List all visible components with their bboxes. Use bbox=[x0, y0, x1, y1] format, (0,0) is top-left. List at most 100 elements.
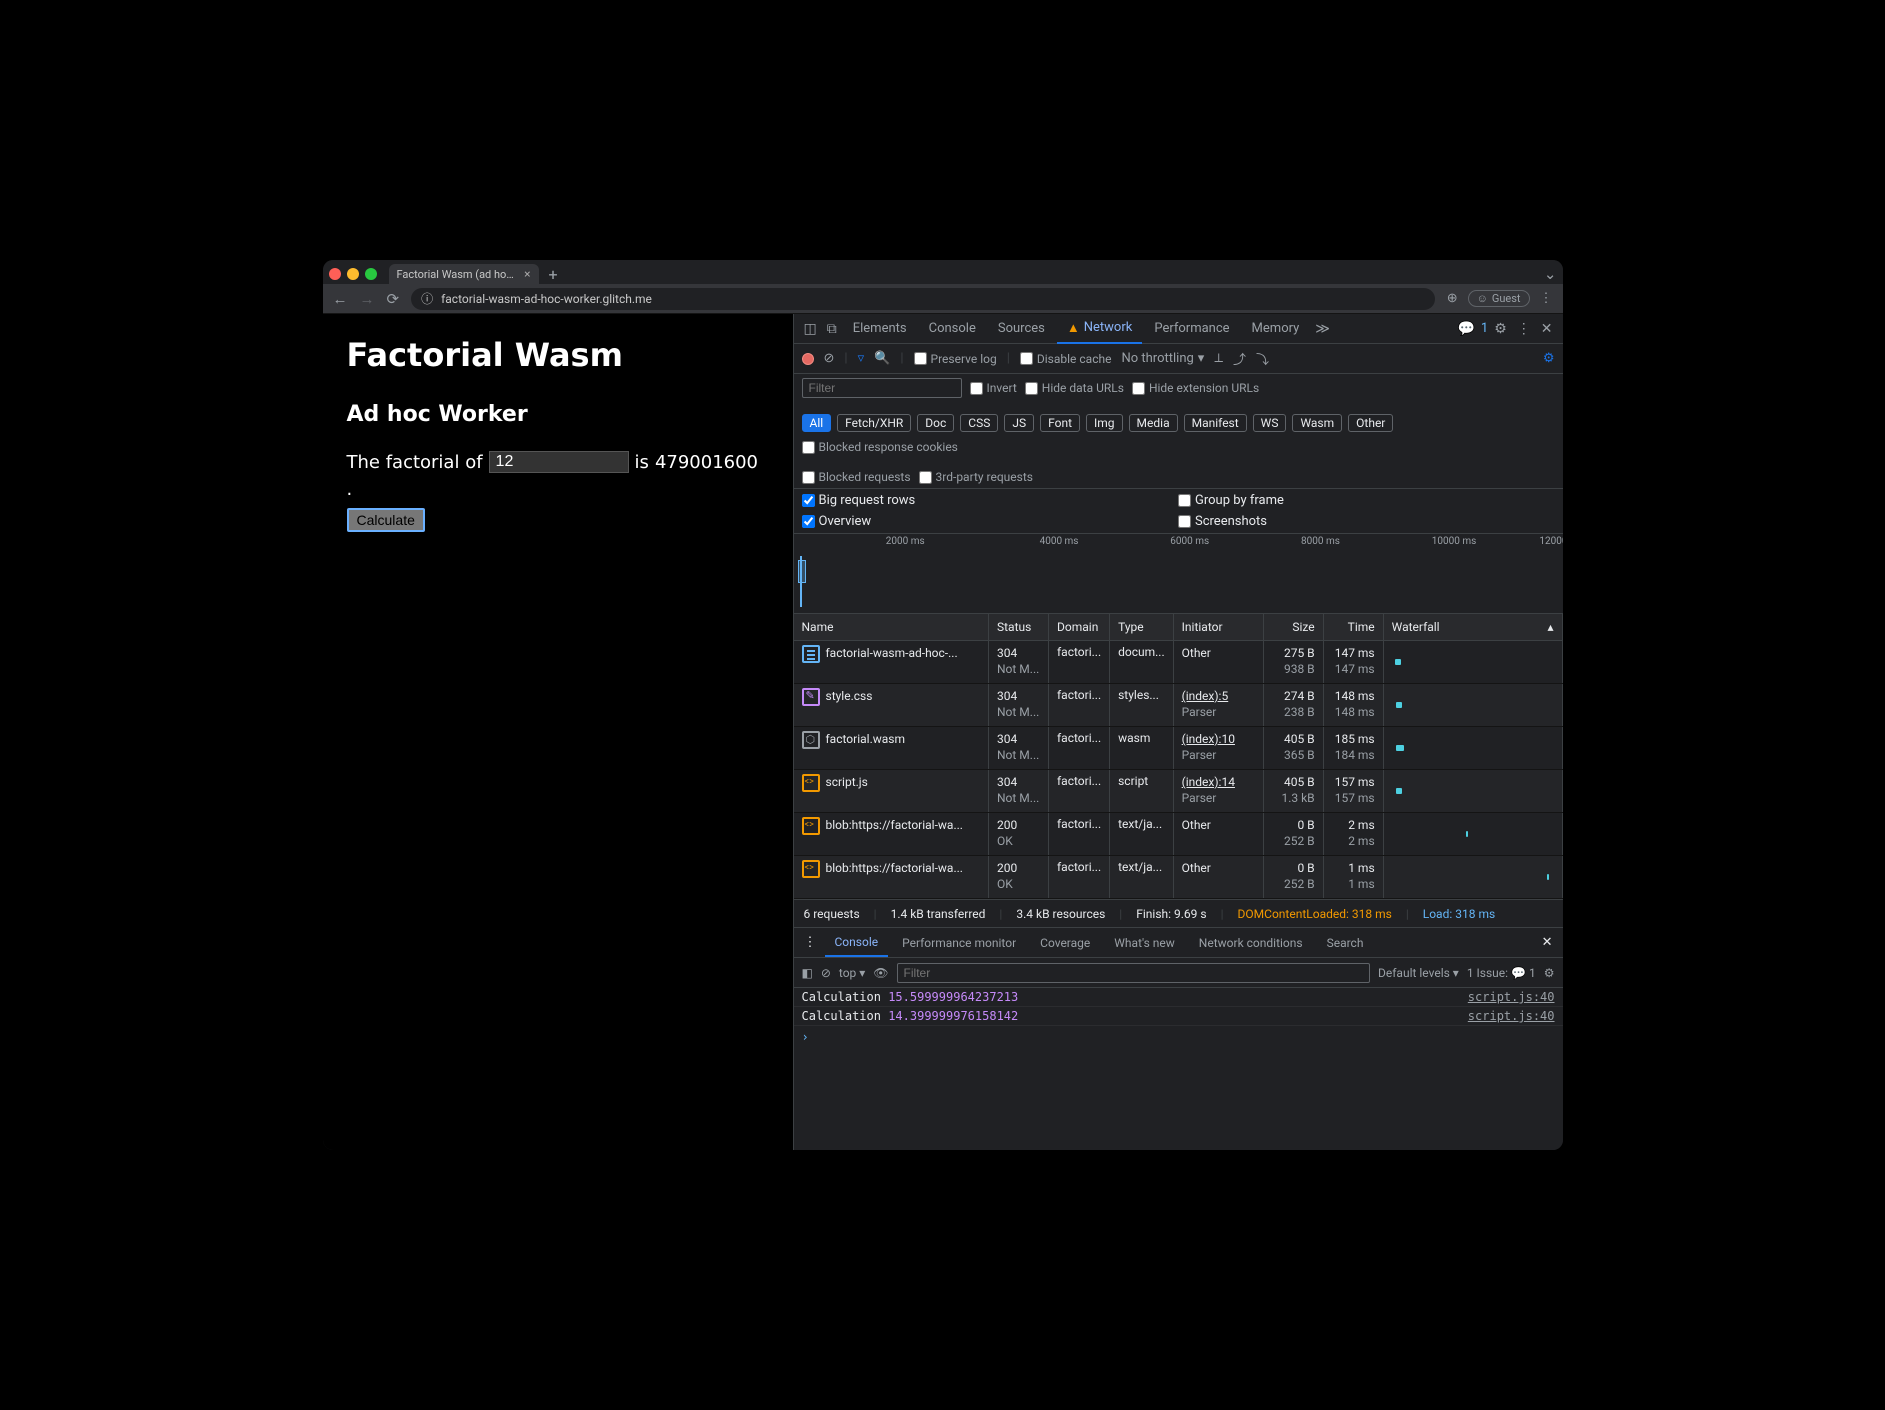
new-tab-button[interactable]: + bbox=[545, 265, 562, 284]
console-filter-input[interactable] bbox=[897, 963, 1370, 983]
drawer-tab-search[interactable]: Search bbox=[1317, 930, 1374, 956]
table-row[interactable]: script.js304Not M...factori...script(ind… bbox=[794, 770, 1563, 813]
filter-chip-css[interactable]: CSS bbox=[960, 414, 998, 432]
table-row[interactable]: factorial.wasm304Not M...factori...wasm(… bbox=[794, 727, 1563, 770]
console-row[interactable]: Calculation 15.599999964237213script.js:… bbox=[794, 988, 1563, 1007]
filter-chip-img[interactable]: Img bbox=[1086, 414, 1123, 432]
filter-toggle-icon[interactable]: ▿ bbox=[858, 351, 865, 366]
calculate-button[interactable]: Calculate bbox=[347, 508, 425, 532]
search-icon[interactable]: 🔍 bbox=[874, 351, 890, 366]
browser-menu-icon[interactable]: ⋮ bbox=[1540, 291, 1553, 306]
filter-chip-js[interactable]: JS bbox=[1004, 414, 1034, 432]
big-request-rows-checkbox[interactable]: Big request rows bbox=[802, 493, 1179, 508]
device-toolbar-icon[interactable]: ⧉ bbox=[823, 317, 841, 341]
context-dropdown[interactable]: top ▾ bbox=[839, 966, 865, 980]
overview-checkbox[interactable]: Overview bbox=[802, 514, 1179, 529]
table-row[interactable]: style.css304Not M...factori...styles...(… bbox=[794, 684, 1563, 727]
live-expression-icon[interactable]: 👁 bbox=[873, 966, 888, 980]
factorial-input[interactable] bbox=[489, 451, 629, 473]
filter-chip-fetchxhr[interactable]: Fetch/XHR bbox=[837, 414, 911, 432]
devtools-tab-sources[interactable]: Sources bbox=[988, 315, 1055, 342]
drawer-tab-performance-monitor[interactable]: Performance monitor bbox=[892, 930, 1026, 956]
filter-chip-wasm[interactable]: Wasm bbox=[1292, 414, 1342, 432]
record-button[interactable] bbox=[802, 353, 814, 365]
column-header-waterfall[interactable]: Waterfall▴ bbox=[1383, 614, 1562, 641]
clear-console-icon[interactable]: ⊘ bbox=[821, 966, 831, 980]
reload-button[interactable]: ⟳ bbox=[387, 290, 400, 308]
column-header-initiator[interactable]: Initiator bbox=[1173, 614, 1263, 641]
devtools-tab-memory[interactable]: Memory bbox=[1242, 315, 1310, 342]
blocked-requests-checkbox[interactable]: Blocked requests bbox=[802, 470, 911, 484]
devtools-tab-network[interactable]: ▲ Network bbox=[1057, 314, 1142, 344]
close-drawer-icon[interactable]: ✕ bbox=[1538, 931, 1557, 954]
issues-label[interactable]: 1 Issue: 💬 1 bbox=[1467, 966, 1536, 980]
third-party-checkbox[interactable]: 3rd-party requests bbox=[919, 470, 1033, 484]
column-header-status[interactable]: Status bbox=[989, 614, 1049, 641]
maximize-window-button[interactable] bbox=[365, 268, 377, 280]
source-link[interactable]: script.js:40 bbox=[1468, 1009, 1555, 1023]
drawer-menu-icon[interactable]: ⋮ bbox=[800, 931, 821, 954]
invert-checkbox[interactable]: Invert bbox=[970, 381, 1017, 395]
table-row[interactable]: blob:https://factorial-wa...200OKfactori… bbox=[794, 813, 1563, 856]
url-bar[interactable]: ⓘ factorial-wasm-ad-hoc-worker.glitch.me bbox=[411, 288, 1435, 310]
close-tab-icon[interactable]: × bbox=[524, 267, 530, 281]
devtools-tab-elements[interactable]: Elements bbox=[843, 315, 917, 342]
column-header-domain[interactable]: Domain bbox=[1049, 614, 1110, 641]
console-settings-icon[interactable]: ⚙ bbox=[1544, 966, 1555, 980]
network-conditions-icon[interactable]: ⟂ bbox=[1214, 351, 1223, 366]
console-row[interactable]: Calculation 14.399999976158142script.js:… bbox=[794, 1007, 1563, 1026]
close-devtools-icon[interactable]: ✕ bbox=[1537, 317, 1557, 341]
issues-count[interactable]: 1 bbox=[1481, 321, 1488, 336]
source-link[interactable]: script.js:40 bbox=[1468, 990, 1555, 1004]
devtools-tab-performance[interactable]: Performance bbox=[1144, 315, 1239, 342]
issues-icon[interactable]: 💬 bbox=[1453, 317, 1478, 341]
screenshots-checkbox[interactable]: Screenshots bbox=[1178, 514, 1555, 529]
zoom-icon[interactable]: ⊕ bbox=[1447, 291, 1458, 306]
table-row[interactable]: factorial-wasm-ad-hoc-...304Not M...fact… bbox=[794, 641, 1563, 684]
disable-cache-checkbox[interactable]: Disable cache bbox=[1020, 352, 1112, 366]
inspect-element-icon[interactable]: ◫ bbox=[800, 317, 821, 341]
drawer-tab-coverage[interactable]: Coverage bbox=[1030, 930, 1100, 956]
filter-chip-doc[interactable]: Doc bbox=[917, 414, 954, 432]
drawer-tab-what-s-new[interactable]: What's new bbox=[1104, 930, 1185, 956]
filter-chip-media[interactable]: Media bbox=[1129, 414, 1178, 432]
blocked-cookies-checkbox[interactable]: Blocked response cookies bbox=[802, 440, 958, 454]
table-row[interactable]: blob:https://factorial-wa...200OKfactori… bbox=[794, 856, 1563, 899]
more-tabs-icon[interactable]: ≫ bbox=[1311, 317, 1334, 341]
group-by-frame-checkbox[interactable]: Group by frame bbox=[1178, 493, 1555, 508]
column-header-type[interactable]: Type bbox=[1110, 614, 1174, 641]
export-har-icon[interactable]: ⤴ bbox=[1233, 349, 1246, 368]
levels-dropdown[interactable]: Default levels ▾ bbox=[1378, 966, 1459, 980]
forward-button[interactable]: → bbox=[360, 290, 375, 308]
devtools-tab-console[interactable]: Console bbox=[919, 315, 986, 342]
settings-icon[interactable]: ⚙ bbox=[1490, 317, 1511, 341]
site-info-icon[interactable]: ⓘ bbox=[421, 290, 433, 307]
hide-data-urls-checkbox[interactable]: Hide data URLs bbox=[1025, 381, 1124, 395]
clear-button[interactable]: ⊘ bbox=[824, 351, 835, 366]
drawer-tab-network-conditions[interactable]: Network conditions bbox=[1189, 930, 1313, 956]
column-header-size[interactable]: Size bbox=[1263, 614, 1323, 641]
filter-chip-font[interactable]: Font bbox=[1040, 414, 1080, 432]
column-header-time[interactable]: Time bbox=[1323, 614, 1383, 641]
console-prompt[interactable]: › bbox=[794, 1026, 1563, 1048]
minimize-window-button[interactable] bbox=[347, 268, 359, 280]
filter-chip-all[interactable]: All bbox=[802, 414, 832, 432]
network-settings-icon[interactable]: ⚙ bbox=[1543, 351, 1555, 366]
filter-chip-other[interactable]: Other bbox=[1348, 414, 1393, 432]
devtools-menu-icon[interactable]: ⋮ bbox=[1513, 317, 1535, 341]
throttling-dropdown[interactable]: No throttling ▾ bbox=[1121, 351, 1204, 366]
filter-chip-ws[interactable]: WS bbox=[1253, 414, 1287, 432]
column-header-name[interactable]: Name bbox=[794, 614, 989, 641]
drawer-tab-console[interactable]: Console bbox=[825, 929, 889, 957]
filter-chip-manifest[interactable]: Manifest bbox=[1184, 414, 1247, 432]
close-window-button[interactable] bbox=[329, 268, 341, 280]
profile-button[interactable]: ☺ Guest bbox=[1468, 290, 1530, 307]
hide-extension-urls-checkbox[interactable]: Hide extension URLs bbox=[1132, 381, 1259, 395]
network-overview-timeline[interactable]: 2000 ms4000 ms6000 ms8000 ms10000 ms1200… bbox=[794, 534, 1563, 614]
console-sidebar-toggle-icon[interactable]: ◧ bbox=[802, 966, 813, 980]
browser-tab[interactable]: Factorial Wasm (ad hoc Work × bbox=[389, 264, 539, 284]
network-filter-input[interactable] bbox=[802, 378, 962, 398]
preserve-log-checkbox[interactable]: Preserve log bbox=[914, 352, 997, 366]
tabs-dropdown-icon[interactable]: ⌄ bbox=[1544, 265, 1557, 283]
back-button[interactable]: ← bbox=[333, 290, 348, 308]
